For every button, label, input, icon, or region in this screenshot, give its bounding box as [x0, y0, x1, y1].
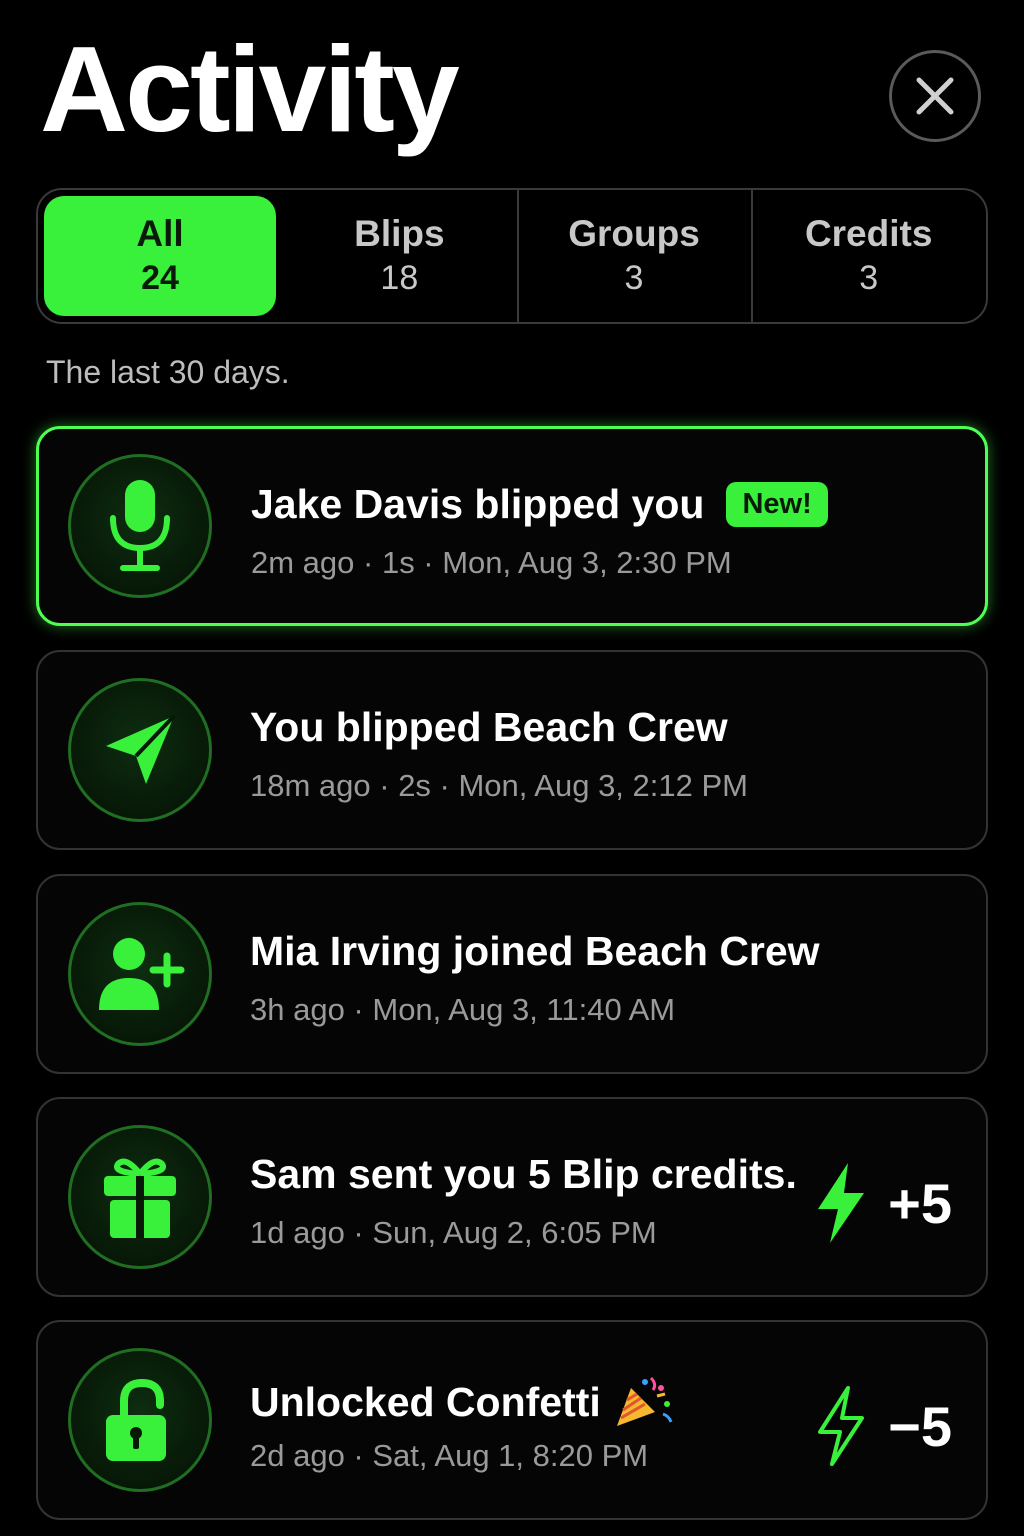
activity-title: Unlocked Confetti: [250, 1374, 675, 1430]
unlocked-padlock-icon: [106, 1378, 166, 1461]
activity-title-text: Unlocked Confetti: [250, 1378, 601, 1425]
tab-blips[interactable]: Blips 18: [282, 190, 517, 322]
party-popper-icon: [616, 1376, 673, 1426]
tab-label: Groups: [568, 212, 700, 254]
activity-title-text: Sam sent you 5 Blip credits.: [250, 1151, 797, 1197]
activity-icon-badge: [68, 902, 212, 1046]
close-icon: [916, 77, 954, 115]
activity-title-text: Jake Davis blipped you: [251, 481, 705, 527]
tab-count: 3: [624, 259, 644, 298]
lightning-outline-icon: [818, 1386, 865, 1466]
page-title: Activity: [40, 21, 460, 157]
tab-label: Credits: [804, 212, 933, 254]
tab-label: All: [136, 212, 184, 254]
activity-meta: 3h ago · Mon, Aug 3, 11:40 AM: [250, 992, 676, 1027]
activity-title: Mia Irving joined Beach Crew: [250, 928, 820, 975]
activity-icon-badge: [68, 1348, 212, 1492]
tab-count: 3: [859, 259, 879, 298]
activity-meta: 1d ago · Sun, Aug 2, 6:05 PM: [250, 1215, 657, 1250]
tab-credits[interactable]: Credits 3: [751, 190, 986, 322]
activity-icon-badge: [68, 678, 212, 822]
tab-groups[interactable]: Groups 3: [516, 190, 752, 322]
date-range-caption: The last 30 days.: [46, 354, 290, 390]
activity-title: Sam sent you 5 Blip credits.: [250, 1151, 797, 1198]
activity-title-text: You blipped Beach Crew: [250, 704, 728, 750]
credit-delta: −5: [814, 1384, 952, 1468]
activity-card[interactable]: Sam sent you 5 Blip credits. 1d ago · Su…: [36, 1097, 988, 1297]
activity-title-text: Mia Irving joined Beach Crew: [250, 928, 820, 974]
activity-card[interactable]: You blipped Beach Crew 18m ago · 2s · Mo…: [36, 650, 988, 850]
gift-icon: [104, 1158, 176, 1238]
microphone-icon: [110, 480, 170, 571]
activity-meta: 2d ago · Sat, Aug 1, 8:20 PM: [250, 1438, 649, 1473]
credit-amount: +5: [888, 1171, 952, 1235]
close-button[interactable]: [889, 50, 981, 142]
activity-title: You blipped Beach Crew: [250, 704, 728, 751]
user-plus-icon: [99, 938, 185, 1010]
activity-meta: 2m ago · 1s · Mon, Aug 3, 2:30 PM: [251, 545, 732, 580]
credit-delta: +5: [814, 1161, 952, 1245]
activity-icon-badge: [68, 1125, 212, 1269]
new-badge: New!: [726, 482, 828, 527]
tab-label: Blips: [354, 212, 445, 254]
credit-amount: −5: [888, 1394, 952, 1458]
lightning-filled-icon: [818, 1163, 865, 1243]
activity-card[interactable]: Mia Irving joined Beach Crew 3h ago · Mo…: [36, 874, 988, 1074]
activity-icon-badge: [68, 454, 212, 598]
tab-count: 24: [141, 259, 179, 298]
activity-meta: 18m ago · 2s · Mon, Aug 3, 2:12 PM: [250, 768, 748, 803]
tab-count: 18: [380, 259, 419, 298]
filter-tabs: All 24 Blips 18 Groups 3 Credits 3: [36, 188, 988, 324]
activity-card[interactable]: Unlocked Confetti 2d ago · Sat, Aug 1, 8…: [36, 1320, 988, 1520]
tab-all[interactable]: All 24: [44, 196, 276, 316]
activity-card[interactable]: Jake Davis blipped you New! 2m ago · 1s …: [36, 426, 988, 626]
paper-plane-icon: [106, 714, 176, 784]
activity-title: Jake Davis blipped you New!: [251, 481, 828, 528]
